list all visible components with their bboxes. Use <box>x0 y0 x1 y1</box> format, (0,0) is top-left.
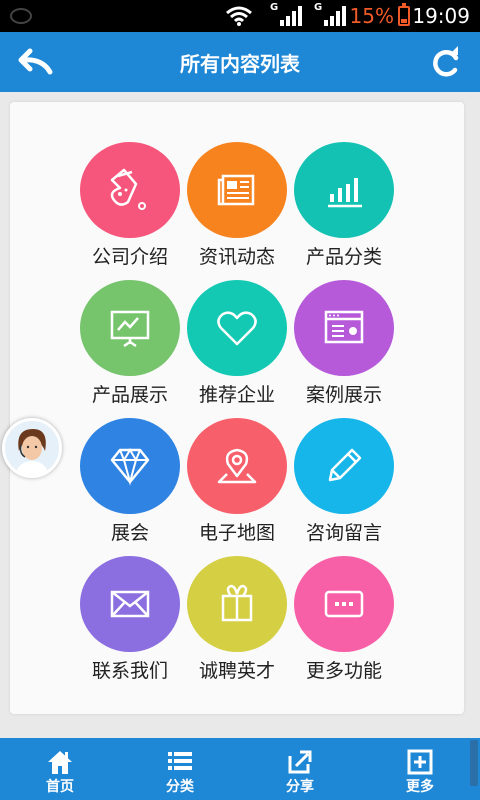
grid-item-contact-us[interactable]: 联系我们 <box>76 556 184 686</box>
grid-item-product-showcase[interactable]: 产品展示 <box>76 280 184 410</box>
wifi-icon <box>226 6 252 26</box>
browser-window-icon <box>324 310 364 344</box>
grid-circle <box>80 418 180 514</box>
newspaper-icon <box>217 174 255 206</box>
grid-circle <box>80 556 180 652</box>
map-pin-icon <box>217 448 257 484</box>
status-bar: G G 15% 19:09 <box>0 0 480 32</box>
refresh-icon[interactable] <box>426 42 466 82</box>
customer-service-avatar[interactable] <box>2 418 62 478</box>
bar-chart-icon <box>328 178 362 208</box>
clock: 19:09 <box>412 4 470 28</box>
person-icon <box>15 429 49 475</box>
grid-item-recruitment[interactable]: 诚聘英才 <box>183 556 291 686</box>
grid-circle <box>294 280 394 376</box>
share-icon <box>288 750 312 774</box>
grid-circle <box>80 142 180 238</box>
flask-icon <box>110 168 146 210</box>
content-card: 公司介绍 资讯动态 产品分类 产品展示 推荐企业 案例展示 展会 电子地图 咨询… <box>10 102 464 714</box>
more-plus-icon <box>407 749 433 775</box>
notification-icon <box>10 8 32 24</box>
tab-more[interactable]: 更多 <box>360 738 480 800</box>
tab-category[interactable]: 分类 <box>120 738 240 800</box>
grid-label: 咨询留言 <box>305 522 382 544</box>
grid-circle <box>80 280 180 376</box>
tab-label: 分享 <box>286 779 314 795</box>
bottom-tab-bar: 首页 分类 分享 更多 <box>0 738 480 800</box>
gift-icon <box>221 584 253 622</box>
pencil-icon <box>328 448 362 482</box>
signal-icon <box>280 6 302 26</box>
home-icon <box>48 751 72 774</box>
grid-item-consult-message[interactable]: 咨询留言 <box>290 418 398 548</box>
grid-circle <box>187 142 287 238</box>
more-dots-icon <box>324 590 364 618</box>
grid-item-recommended[interactable]: 推荐企业 <box>183 280 291 410</box>
grid-item-map[interactable]: 电子地图 <box>183 418 291 548</box>
grid-item-more-features[interactable]: 更多功能 <box>290 556 398 686</box>
grid-circle <box>187 418 287 514</box>
tab-home[interactable]: 首页 <box>0 738 120 800</box>
grid-circle <box>187 556 287 652</box>
heart-icon <box>217 311 257 346</box>
grid-circle <box>294 142 394 238</box>
page-title: 所有内容列表 <box>180 52 300 76</box>
grid-label: 产品分类 <box>305 246 382 268</box>
title-bar: 所有内容列表 <box>0 32 480 92</box>
scroll-handle[interactable] <box>470 740 478 786</box>
grid-label: 更多功能 <box>305 660 382 682</box>
grid-item-exhibition[interactable]: 展会 <box>76 418 184 548</box>
grid-item-company-intro[interactable]: 公司介绍 <box>76 142 184 272</box>
tab-label: 更多 <box>406 779 434 795</box>
grid-label: 案例展示 <box>305 384 382 406</box>
grid-circle <box>294 418 394 514</box>
network-type-label-2: G <box>314 2 323 13</box>
network-type-label: G <box>270 2 279 13</box>
grid-item-news[interactable]: 资讯动态 <box>183 142 291 272</box>
diamond-icon <box>110 448 150 486</box>
envelope-icon <box>110 590 150 618</box>
grid-circle <box>294 556 394 652</box>
presentation-icon <box>110 310 150 348</box>
grid-circle <box>187 280 287 376</box>
tab-share[interactable]: 分享 <box>240 738 360 800</box>
signal-icon-2 <box>324 6 346 26</box>
battery-percent: 15% <box>349 4 394 28</box>
grid-item-case-showcase[interactable]: 案例展示 <box>290 280 398 410</box>
tab-label: 首页 <box>46 779 74 795</box>
list-icon <box>168 752 192 770</box>
tab-label: 分类 <box>166 779 194 795</box>
battery-icon <box>398 3 410 26</box>
grid-item-product-category[interactable]: 产品分类 <box>290 142 398 272</box>
